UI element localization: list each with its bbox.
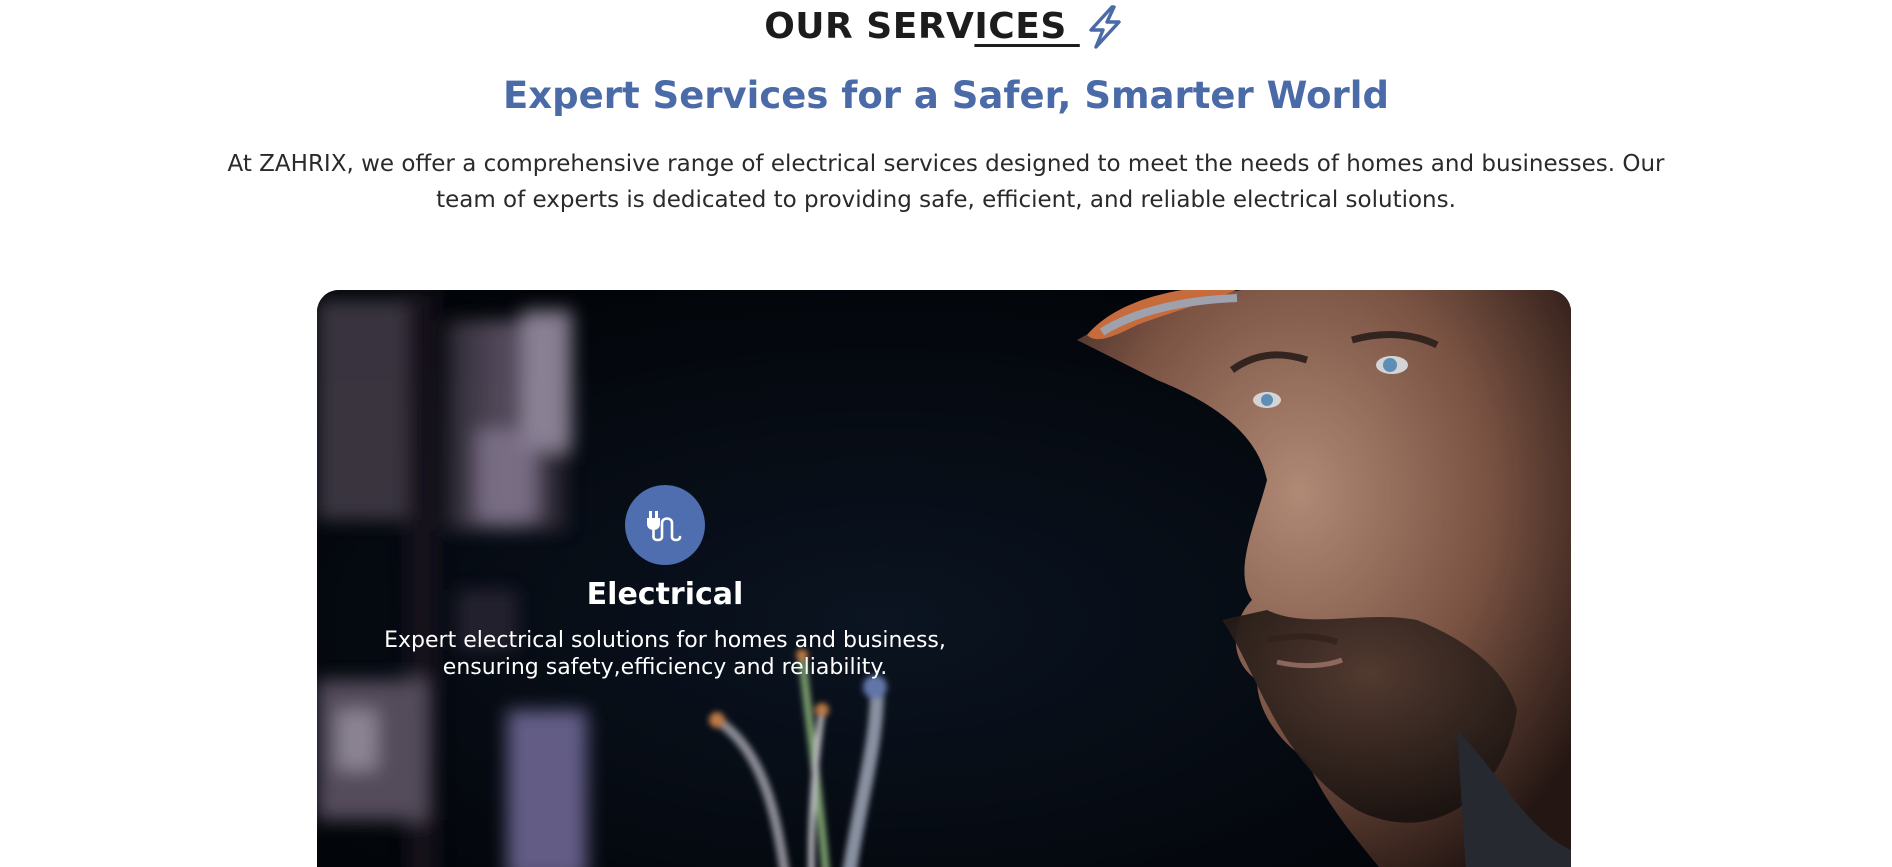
service-card-title: Electrical [586, 577, 744, 612]
service-icon-circle [625, 485, 705, 565]
electrical-plug-icon [647, 511, 682, 542]
section-subtitle: Expert Services for a Safer, Smarter Wor… [503, 74, 1389, 117]
section-heading: OUR SERV ICES [764, 4, 1128, 50]
section-heading-underlined: ICES [974, 6, 1080, 47]
section-heading-prefix: OUR SERV [764, 6, 975, 47]
lightning-bolt-icon [1082, 4, 1128, 50]
services-section: OUR SERV ICES Expert Services for a Safer… [0, 0, 1892, 867]
electrical-service-card[interactable]: Electrical Expert electrical solutions f… [317, 290, 1571, 867]
section-heading-wrap: OUR SERV ICES [0, 4, 1892, 50]
section-intro: At ZAHRIX, we offer a comprehensive rang… [227, 151, 1665, 213]
service-card-description: Expert electrical solutions for homes an… [384, 628, 946, 680]
